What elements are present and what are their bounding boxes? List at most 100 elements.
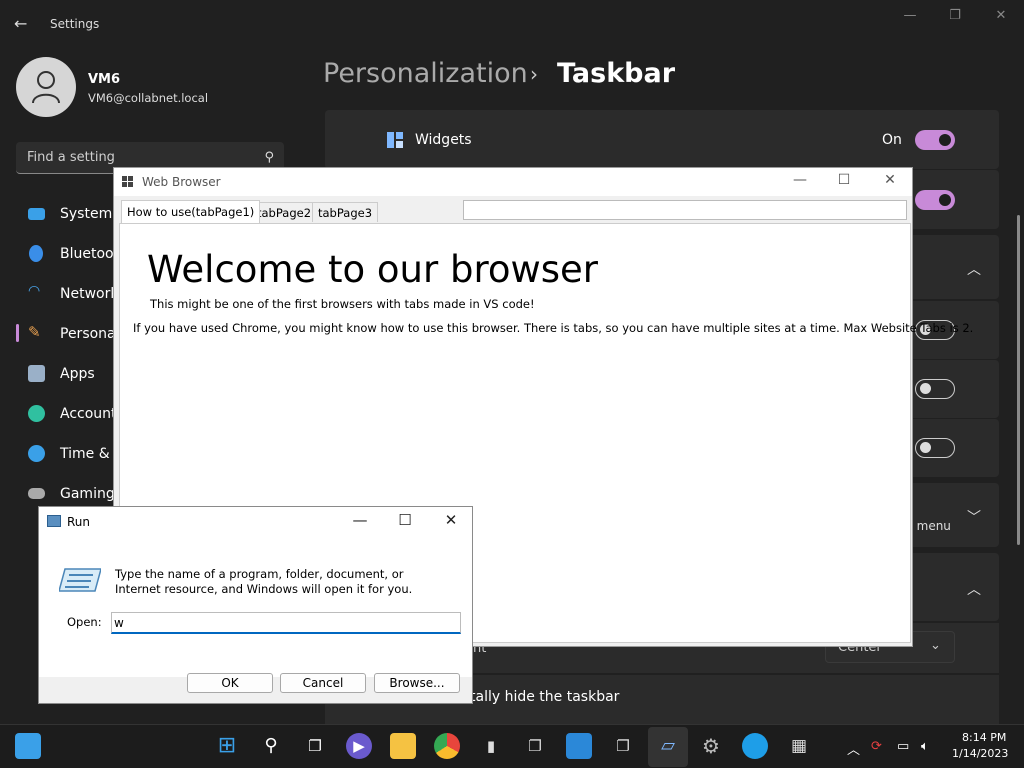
desktop-app-icon[interactable] bbox=[15, 733, 41, 759]
settings-gear-icon[interactable]: ⚙ bbox=[698, 733, 724, 759]
browser-title: Web Browser bbox=[142, 175, 221, 189]
task-view-icon[interactable]: ❐ bbox=[302, 733, 328, 759]
taskbar: ⊞ ⚲ ❐ ▶ ▮ ❐ ❐ ▱ ⚙ ▦ ︿ ⟳ ▭ 🔈︎ 8:14 PM 1/1… bbox=[0, 724, 1024, 768]
run-program-icon bbox=[59, 568, 101, 592]
back-arrow-icon[interactable]: ← bbox=[14, 14, 34, 34]
minimize-icon[interactable]: — bbox=[901, 8, 919, 26]
chat-toggle[interactable] bbox=[915, 190, 955, 210]
restore-icon[interactable]: ❐ bbox=[946, 8, 964, 26]
volume-icon[interactable]: 🔈︎ bbox=[921, 739, 929, 754]
corner-icon-toggle-3[interactable] bbox=[915, 438, 955, 458]
usage-text: If you have used Chrome, you might know … bbox=[133, 321, 974, 335]
run-title: Run bbox=[67, 515, 91, 529]
chevron-down-icon: ﹀ bbox=[967, 510, 981, 526]
search-icon: ⚲ bbox=[264, 150, 274, 165]
widgets-state: On bbox=[882, 132, 902, 148]
search-placeholder: Find a setting bbox=[27, 150, 115, 165]
minimize-icon[interactable]: — bbox=[349, 511, 371, 533]
widgets-toggle[interactable] bbox=[915, 130, 955, 150]
sidebar-item-label: Network bbox=[60, 286, 119, 302]
browse-button[interactable]: Browse... bbox=[374, 673, 460, 693]
sidebar-item-personalization[interactable]: ✎ Personal bbox=[16, 316, 120, 352]
browser-titlebar[interactable]: Web Browser — ☐ ✕ bbox=[114, 168, 912, 196]
minimize-icon[interactable]: — bbox=[790, 172, 810, 192]
cancel-button[interactable]: Cancel bbox=[280, 673, 366, 693]
breadcrumb-parent[interactable]: Personalization bbox=[323, 58, 528, 89]
settings-scrollbar[interactable] bbox=[1017, 215, 1020, 545]
store-icon[interactable]: ▦ bbox=[786, 733, 812, 759]
widgets-card: Widgets On bbox=[325, 110, 999, 169]
chrome-icon[interactable] bbox=[434, 733, 460, 759]
address-bar[interactable] bbox=[463, 200, 907, 220]
tab-page2[interactable]: tabPage2 bbox=[251, 202, 318, 222]
profile-name: VM6 bbox=[88, 72, 121, 87]
sidebar-item-accounts[interactable]: Accounts bbox=[16, 396, 124, 432]
run-dialog-taskbar-icon[interactable]: ▱ bbox=[655, 733, 681, 759]
display-icon bbox=[28, 208, 45, 220]
breadcrumb-chevron-icon: › bbox=[530, 62, 538, 86]
file-explorer-icon[interactable] bbox=[390, 733, 416, 759]
clock-time[interactable]: 8:14 PM bbox=[962, 731, 1006, 744]
chevron-up-icon: ︿ bbox=[967, 262, 981, 278]
ok-button[interactable]: OK bbox=[187, 673, 273, 693]
gamepad-icon bbox=[28, 488, 45, 499]
clock-icon bbox=[28, 445, 45, 462]
profile-email: VM6@collabnet.local bbox=[88, 91, 209, 105]
autohide-label: tally hide the taskbar bbox=[470, 689, 620, 705]
sidebar-item-bluetooth[interactable]: Bluetoot bbox=[16, 236, 120, 272]
sidebar-item-time[interactable]: Time & l bbox=[16, 436, 118, 472]
intro-text: This might be one of the first browsers … bbox=[150, 297, 535, 311]
run-dialog: Run — ☐ ✕ Type the name of a program, fo… bbox=[38, 506, 473, 704]
user-icon bbox=[32, 71, 60, 104]
chevron-up-icon[interactable]: ︿ bbox=[847, 739, 860, 758]
open-label: Open: bbox=[67, 615, 102, 629]
settings-app-title: Settings bbox=[50, 17, 100, 31]
run-app-icon bbox=[47, 515, 61, 527]
wifi-icon: ◠ bbox=[28, 283, 41, 299]
settings-titlebar: ← Settings — ❐ ✕ bbox=[0, 0, 1024, 48]
sidebar-item-apps[interactable]: Apps bbox=[16, 356, 116, 392]
app-window-icon bbox=[122, 176, 134, 188]
run-description: Type the name of a program, folder, docu… bbox=[115, 567, 413, 596]
network-icon[interactable]: ▭ bbox=[897, 739, 909, 754]
terminal-icon[interactable]: ▮ bbox=[478, 733, 504, 759]
chevron-down-icon: ⌄ bbox=[930, 638, 941, 653]
bluetooth-icon bbox=[29, 245, 43, 262]
apps-icon bbox=[28, 365, 45, 382]
sidebar-item-label: Apps bbox=[60, 366, 95, 382]
run-body: Type the name of a program, folder, docu… bbox=[39, 537, 472, 677]
open-input[interactable]: w bbox=[111, 612, 461, 634]
sidebar-item-label: Bluetoot bbox=[60, 246, 120, 262]
clock-date[interactable]: 1/14/2023 bbox=[952, 747, 1008, 760]
search-icon[interactable]: ⚲ bbox=[258, 733, 284, 759]
sidebar-item-network[interactable]: ◠ Network bbox=[16, 276, 119, 312]
sidebar-item-label: Time & l bbox=[60, 446, 118, 462]
sync-alert-icon[interactable]: ⟳ bbox=[871, 739, 882, 754]
avatar[interactable] bbox=[16, 57, 76, 117]
maximize-icon[interactable]: ☐ bbox=[834, 172, 854, 192]
close-icon[interactable]: ✕ bbox=[992, 8, 1010, 26]
sidebar-item-label: Personal bbox=[60, 326, 120, 342]
maximize-icon[interactable]: ☐ bbox=[394, 511, 416, 533]
close-icon[interactable]: ✕ bbox=[880, 172, 900, 192]
window-app-icon[interactable]: ❐ bbox=[522, 733, 548, 759]
run-titlebar[interactable]: Run — ☐ ✕ bbox=[39, 507, 472, 537]
widgets-icon bbox=[387, 132, 403, 148]
edge-icon[interactable] bbox=[742, 733, 768, 759]
tab-page3[interactable]: tabPage3 bbox=[312, 202, 379, 222]
sidebar-item-label: Gaming bbox=[60, 486, 115, 502]
remote-desktop-icon[interactable] bbox=[566, 733, 592, 759]
page-title: Taskbar bbox=[557, 58, 676, 89]
close-icon[interactable]: ✕ bbox=[440, 511, 462, 533]
window-app-icon-2[interactable]: ❐ bbox=[610, 733, 636, 759]
chevron-up-icon: ︿ bbox=[967, 582, 981, 598]
chat-icon[interactable]: ▶ bbox=[346, 733, 372, 759]
tab-page1[interactable]: How to use(tabPage1) bbox=[121, 200, 261, 223]
widgets-label: Widgets bbox=[415, 132, 472, 148]
sidebar-item-label: System bbox=[60, 206, 113, 222]
welcome-heading: Welcome to our browser bbox=[147, 248, 599, 291]
sidebar-item-system[interactable]: System bbox=[16, 196, 116, 232]
corner-icon-toggle-2[interactable] bbox=[915, 379, 955, 399]
brush-icon: ✎ bbox=[28, 323, 41, 341]
start-icon[interactable]: ⊞ bbox=[214, 733, 240, 759]
